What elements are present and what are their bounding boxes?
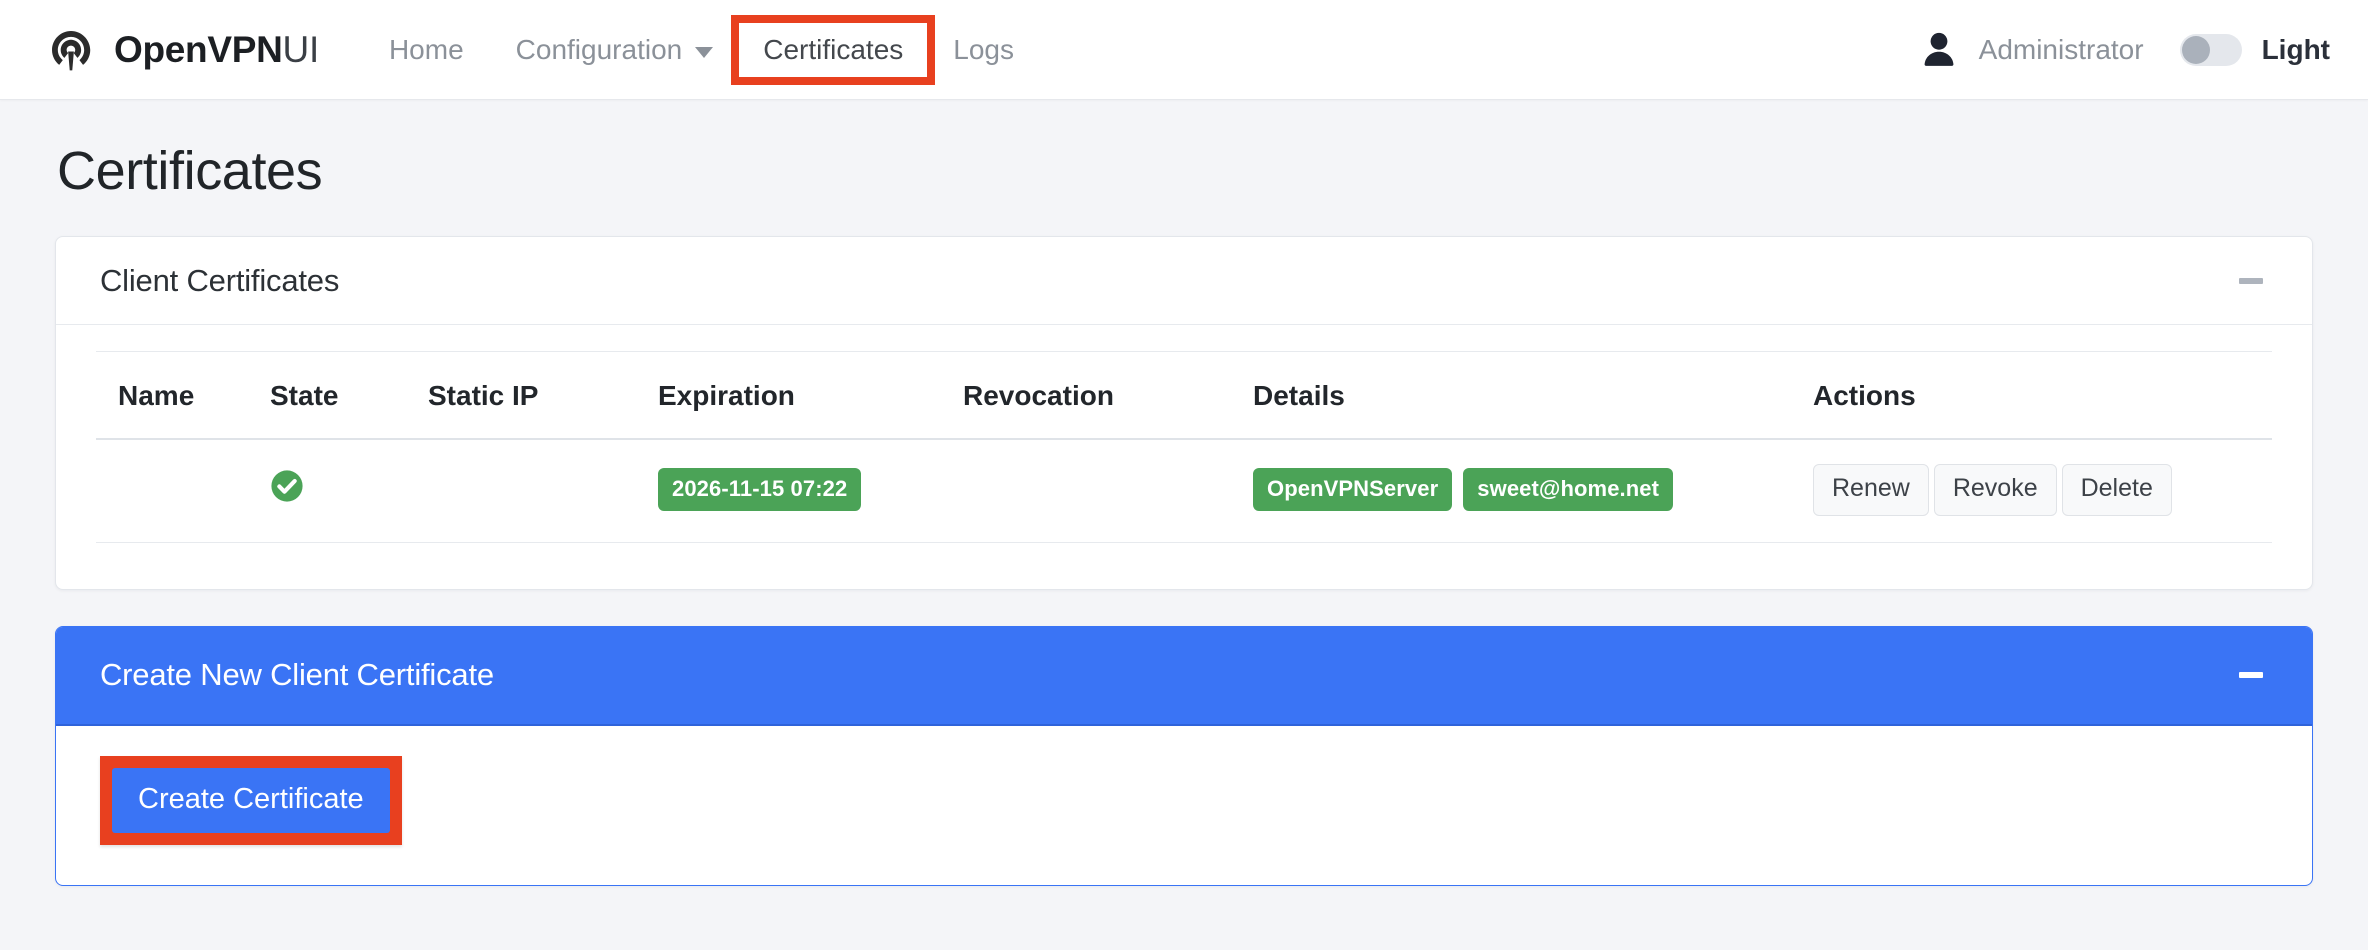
brand-name-strong: OpenVPN: [114, 29, 283, 70]
expiration-badge: 2026-11-15 07:22: [658, 468, 862, 512]
nav-item-home[interactable]: Home: [363, 24, 490, 76]
primary-nav: Home Configuration Certificates Logs: [363, 14, 1040, 85]
col-header-revocation: Revocation: [957, 351, 1247, 440]
create-certificate-button[interactable]: Create Certificate: [112, 767, 390, 834]
create-certificate-title: Create New Client Certificate: [100, 656, 494, 692]
collapse-client-certificates-button[interactable]: [2234, 264, 2268, 298]
client-certificates-card-body: Name State Static IP Expiration Revocati…: [56, 325, 2312, 589]
collapse-create-certificate-button[interactable]: [2234, 658, 2268, 692]
theme-mode-label: Light: [2261, 33, 2330, 65]
theme-toggle-switch[interactable]: [2179, 33, 2242, 66]
revoke-button[interactable]: Revoke: [1933, 464, 2057, 516]
cell-revocation: [957, 439, 1247, 543]
chevron-down-icon: [695, 46, 714, 58]
create-certificate-card: Create New Client Certificate Create Cer…: [55, 625, 2313, 887]
cell-static-ip: [422, 439, 652, 543]
detail-badge-server: OpenVPNServer: [1253, 468, 1453, 512]
page-title: Certificates: [57, 141, 323, 201]
user-avatar-icon: [1924, 32, 1954, 66]
cell-actions: Renew Revoke Delete: [1807, 439, 2272, 543]
brand-text: OpenVPNUI: [114, 31, 319, 68]
nav-item-home-label: Home: [388, 33, 464, 65]
theme-toggle-knob: [2181, 35, 2210, 64]
col-header-state: State: [264, 351, 422, 440]
check-circle-icon: [271, 470, 303, 502]
client-certificates-card-header: Client Certificates: [56, 237, 2312, 325]
cell-name: [96, 439, 264, 543]
col-header-details: Details: [1247, 351, 1807, 440]
brand-name-light: UI: [282, 29, 320, 70]
create-certificate-card-header: Create New Client Certificate: [56, 626, 2312, 726]
nav-item-configuration-label: Configuration: [515, 33, 683, 65]
nav-item-certificates-label: Certificates: [763, 33, 904, 65]
table-header-row: Name State Static IP Expiration Revocati…: [96, 351, 2272, 440]
col-header-static-ip: Static IP: [422, 351, 652, 440]
cell-state: [264, 439, 422, 543]
brand-link[interactable]: OpenVPNUI: [44, 23, 319, 77]
row-actions-group: Renew Revoke Delete: [1813, 464, 2266, 516]
navbar-right-group: Administrator Light: [1921, 30, 2330, 70]
col-header-expiration: Expiration: [652, 351, 957, 440]
nav-item-logs[interactable]: Logs: [927, 24, 1040, 76]
client-certificates-title: Client Certificates: [100, 263, 340, 298]
cell-details: OpenVPNServer sweet@home.net: [1247, 439, 1807, 543]
col-header-name: Name: [96, 351, 264, 440]
top-navbar: OpenVPNUI Home Configuration Certificate…: [0, 0, 2368, 100]
nav-item-configuration[interactable]: Configuration: [490, 24, 740, 76]
openvpn-logo-icon: [44, 23, 98, 76]
cell-expiration: 2026-11-15 07:22: [652, 439, 957, 543]
certificates-table-body: 2026-11-15 07:22 OpenVPNServer sweet@home…: [96, 439, 2272, 543]
create-certificate-highlight: Create Certificate: [100, 755, 402, 846]
renew-button[interactable]: Renew: [1813, 464, 1929, 516]
detail-badge-email: sweet@home.net: [1463, 468, 1674, 512]
user-name-label: Administrator: [1978, 33, 2144, 65]
client-certificates-card: Client Certificates Name State Static IP…: [55, 236, 2313, 590]
nav-item-logs-label: Logs: [953, 33, 1014, 65]
page-content: Certificates Client Certificates Name St…: [0, 140, 2368, 887]
create-certificate-card-body: Create Certificate: [56, 726, 2312, 886]
minus-icon: [2239, 671, 2263, 678]
certificates-table: Name State Static IP Expiration Revocati…: [96, 351, 2272, 543]
delete-button[interactable]: Delete: [2061, 464, 2172, 516]
certificates-table-head: Name State Static IP Expiration Revocati…: [96, 351, 2272, 440]
minus-icon: [2239, 278, 2263, 284]
col-header-actions: Actions: [1807, 351, 2272, 440]
table-row: 2026-11-15 07:22 OpenVPNServer sweet@home…: [96, 439, 2272, 543]
nav-item-certificates[interactable]: Certificates: [731, 14, 936, 85]
